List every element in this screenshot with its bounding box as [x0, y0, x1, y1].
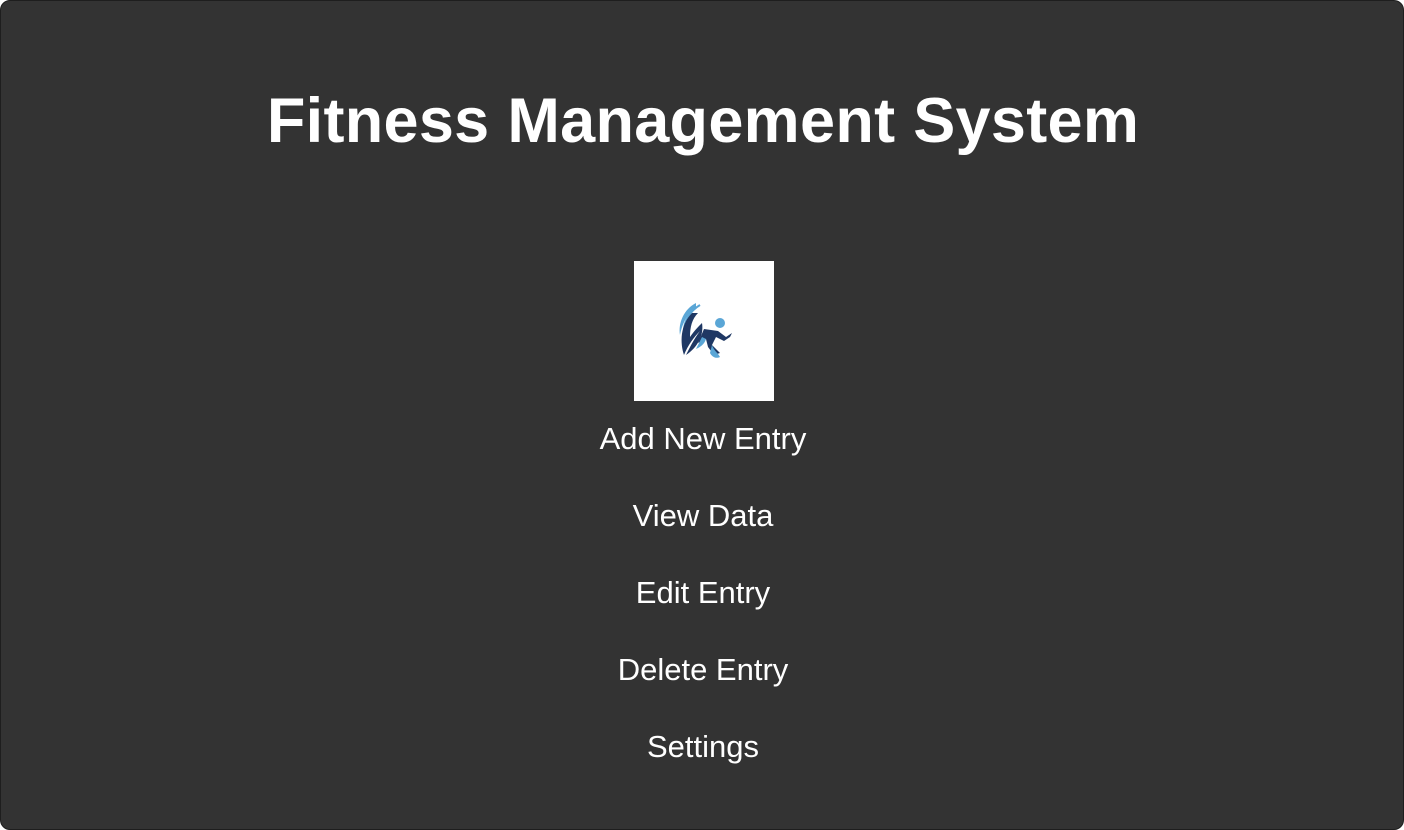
menu-item-add-new-entry[interactable]: Add New Entry — [553, 416, 853, 462]
menu-item-delete-entry[interactable]: Delete Entry — [553, 647, 853, 693]
menu-item-view-data[interactable]: View Data — [553, 493, 853, 539]
main-menu: Add New Entry View Data Edit Entry Delet… — [1, 416, 1404, 801]
logo — [634, 261, 774, 401]
runner-logo-icon — [679, 303, 732, 358]
page-title: Fitness Management System — [266, 86, 1140, 156]
menu-item-edit-entry[interactable]: Edit Entry — [553, 570, 853, 616]
app-window: Fitness Management System Add New Entry … — [0, 0, 1404, 830]
menu-item-settings[interactable]: Settings — [553, 724, 853, 770]
